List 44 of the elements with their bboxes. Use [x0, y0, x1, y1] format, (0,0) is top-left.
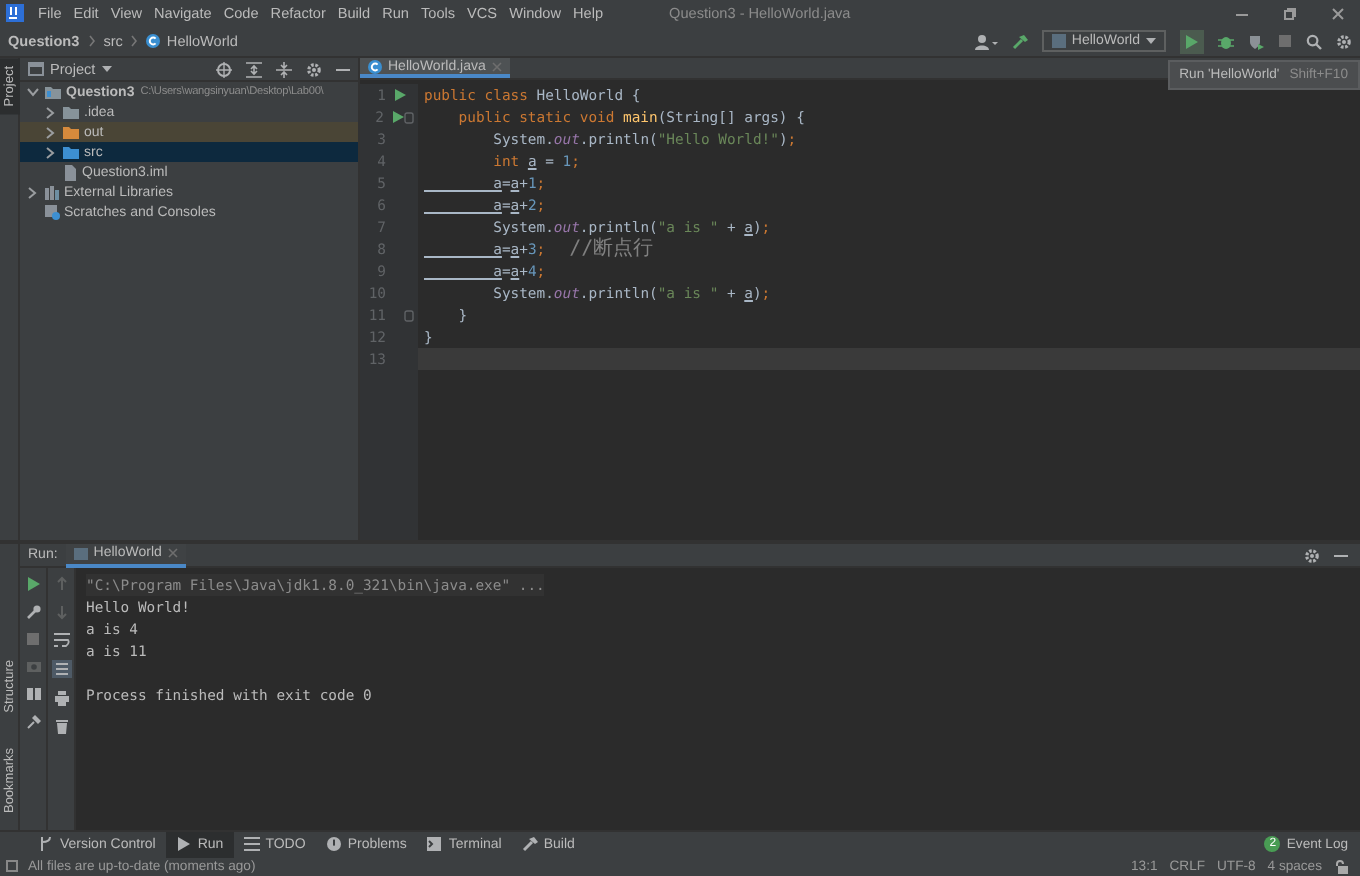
restore-icon[interactable]: [1284, 7, 1296, 19]
list-icon: [243, 836, 260, 852]
collapse-all-icon[interactable]: [276, 61, 292, 77]
chevron-icon: [130, 34, 139, 48]
caret-icon: [101, 64, 112, 74]
soft-wrap-icon[interactable]: [53, 632, 69, 648]
branch-icon: [38, 836, 54, 852]
chevron-icon[interactable]: [44, 145, 58, 159]
bug-icon[interactable]: [1218, 33, 1234, 49]
console-icon: [73, 547, 88, 559]
settings-icon[interactable]: [1336, 33, 1352, 49]
search-icon[interactable]: [1306, 33, 1322, 49]
close-icon[interactable]: [1332, 7, 1344, 19]
chevron-icon: [87, 34, 96, 48]
caret-icon: [1146, 36, 1156, 46]
chevron-icon[interactable]: [26, 185, 40, 199]
hammer-icon: [521, 836, 538, 852]
run-icon[interactable]: [1184, 33, 1200, 49]
scroll-to-end-icon[interactable]: [51, 660, 71, 678]
run-icon: [175, 836, 192, 852]
chevron-icon[interactable]: [44, 105, 58, 119]
chevron-icon[interactable]: [26, 85, 40, 99]
crosshair-icon[interactable]: [216, 61, 232, 77]
settings-icon[interactable]: [306, 61, 322, 77]
hammer-icon[interactable]: [1011, 33, 1028, 49]
app-logo-icon[interactable]: [6, 4, 24, 22]
module-folder-icon: [44, 84, 62, 100]
panel-icon: [28, 62, 44, 76]
expand-all-icon[interactable]: [246, 61, 262, 77]
lock-icon[interactable]: [1334, 859, 1348, 873]
chevron-icon[interactable]: [44, 125, 58, 139]
rerun-icon[interactable]: [25, 576, 41, 592]
warning-icon: [325, 836, 342, 852]
settings-icon[interactable]: [1304, 547, 1320, 563]
trash-icon[interactable]: [53, 718, 69, 734]
square-icon[interactable]: [6, 860, 18, 872]
print-icon[interactable]: [53, 690, 69, 706]
terminal-icon: [426, 836, 443, 852]
user-icon[interactable]: [973, 33, 998, 49]
library-icon: [44, 184, 60, 200]
layout-icon[interactable]: [25, 686, 41, 702]
shield-icon[interactable]: [1248, 33, 1264, 49]
file-icon: [62, 163, 78, 181]
scratch-icon: [44, 204, 60, 220]
